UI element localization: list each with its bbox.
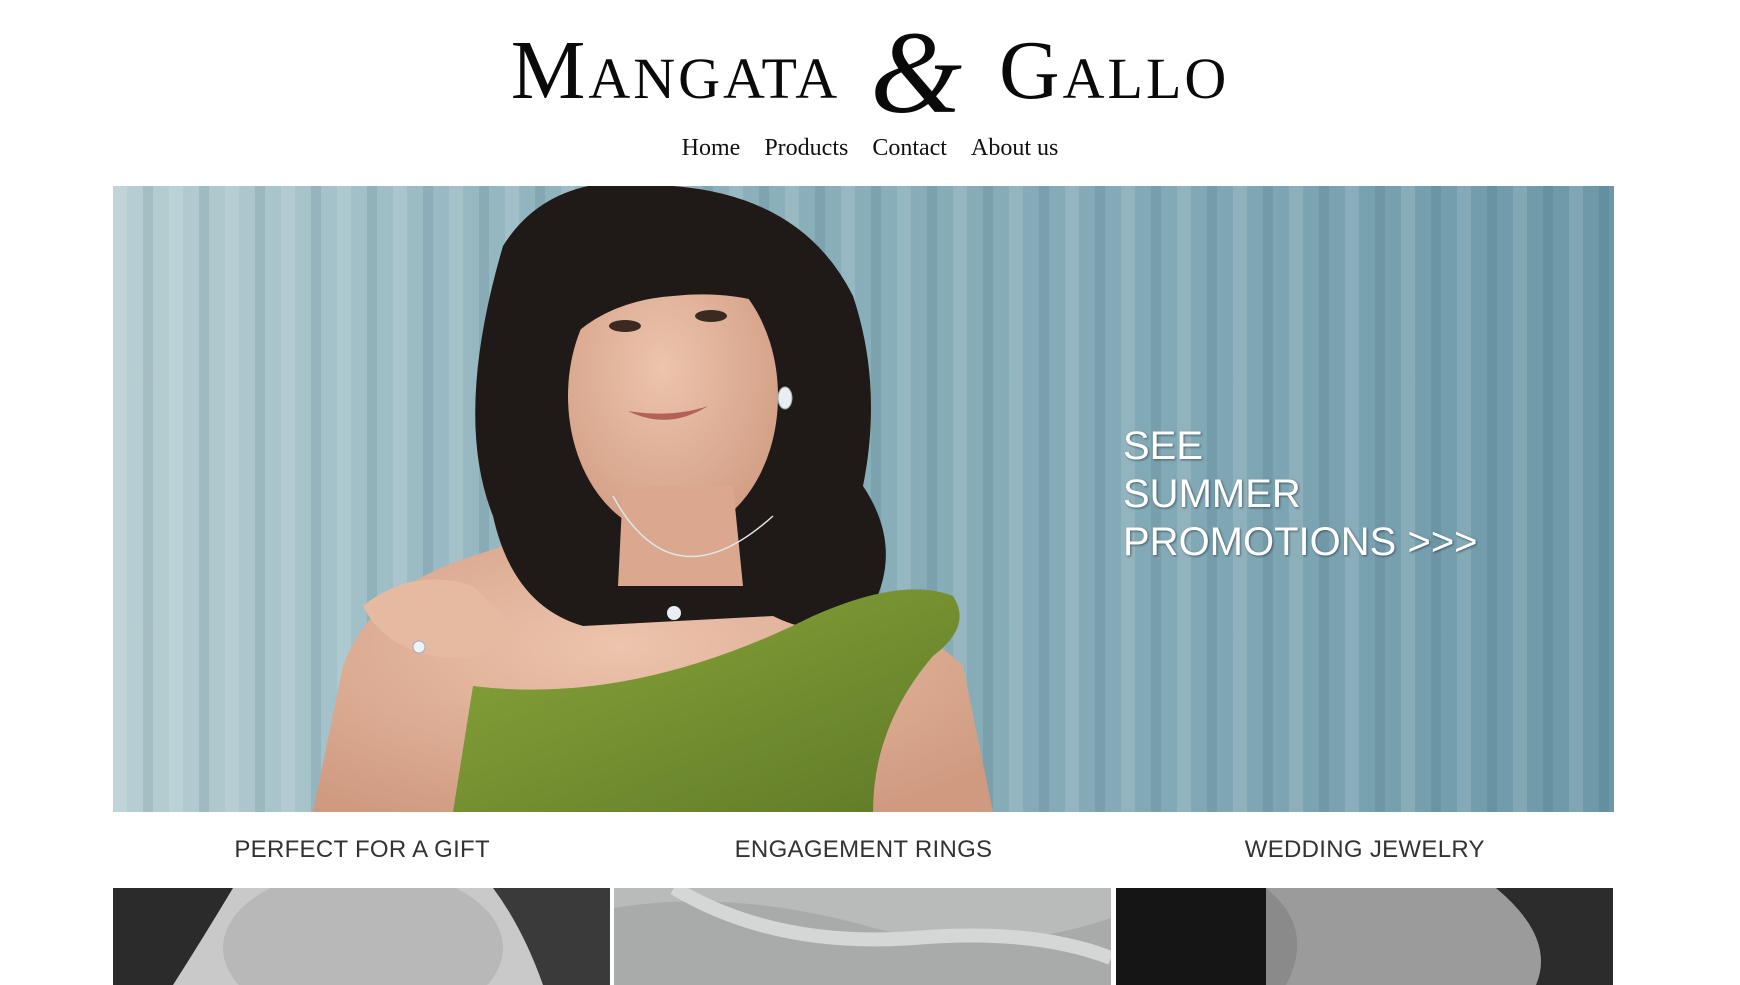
category-image xyxy=(1115,888,1614,985)
brand-wordmark: M ANGATA & G ALLO xyxy=(510,0,1230,132)
promo-line-2: SUMMER xyxy=(1123,472,1301,516)
nav-link-products[interactable]: Products xyxy=(764,130,848,166)
hero-banner[interactable]: SEE SUMMER PROMOTIONS >>> xyxy=(113,186,1614,812)
brand-initial-g: G xyxy=(998,24,1063,117)
category-engagement-rings[interactable]: ENGAGEMENT RINGS xyxy=(614,812,1113,985)
category-title: ENGAGEMENT RINGS xyxy=(734,836,993,863)
nav-link-about-us[interactable]: About us xyxy=(971,130,1058,166)
brand-word-gallo: ALLO xyxy=(1062,46,1230,111)
summer-promotions-link[interactable]: SEE SUMMER PROMOTIONS >>> xyxy=(1123,422,1478,566)
promo-line-1: SEE xyxy=(1123,424,1204,468)
brand-word-mangata: ANGATA xyxy=(588,46,841,111)
category-wedding-jewelry[interactable]: WEDDING JEWELRY xyxy=(1115,812,1614,985)
category-grid: PERFECT FOR A GIFT ENGAGEMENT RINGS WEDD… xyxy=(113,812,1614,985)
nav-link-home[interactable]: Home xyxy=(682,130,741,166)
promo-line-3: PROMOTIONS >>> xyxy=(1123,520,1478,564)
category-image xyxy=(113,888,611,985)
category-title: PERFECT FOR A GIFT xyxy=(234,836,490,863)
site-logo[interactable]: M ANGATA & G ALLO xyxy=(0,0,1740,132)
nav-link-contact[interactable]: Contact xyxy=(872,130,947,166)
category-image xyxy=(614,888,1113,985)
main-navigation: Home Products Contact About us xyxy=(0,130,1740,166)
brand-ampersand: & xyxy=(870,7,965,138)
brand-initial-m: M xyxy=(510,24,589,117)
category-perfect-for-a-gift[interactable]: PERFECT FOR A GIFT xyxy=(113,812,611,985)
category-title: WEDDING JEWELRY xyxy=(1244,836,1485,863)
